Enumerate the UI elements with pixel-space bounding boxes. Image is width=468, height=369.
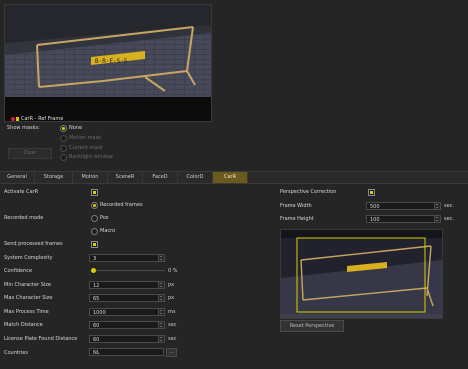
frame-height-label: Frame Height	[280, 216, 314, 222]
system-complexity-label: System Complexity	[4, 255, 53, 261]
spin-arrows-icon[interactable]	[158, 255, 164, 261]
activate-checkbox[interactable]	[91, 189, 98, 196]
max-char-value: 65	[93, 296, 100, 302]
tab-faced[interactable]: FaceD	[143, 172, 178, 183]
max-char-label: Max Character Size	[4, 295, 53, 301]
plate-distance-value: 60	[93, 337, 100, 343]
min-char-unit: px	[168, 282, 175, 288]
mask-backlight-radio[interactable]	[60, 154, 67, 161]
mask-current-label: Current mask	[69, 145, 103, 151]
spin-arrows-icon[interactable]	[158, 309, 164, 315]
min-char-value: 12	[93, 283, 100, 289]
mask-motion-label: Motion mask	[69, 135, 101, 141]
min-char-input[interactable]: 12	[89, 281, 165, 289]
spin-arrows-icon[interactable]	[158, 295, 164, 301]
recorded-mode-label: Recorded mode	[4, 215, 44, 221]
confidence-unit: %	[172, 268, 178, 274]
max-char-input[interactable]: 65	[89, 294, 165, 302]
camera-image: B·R·E·S·5	[5, 5, 211, 97]
plate-text: B·R·E·S·5	[95, 58, 128, 65]
spin-arrows-icon[interactable]	[434, 216, 440, 222]
mask-backlight-label: Backlight window	[69, 154, 113, 160]
match-distance-label: Match Distance	[4, 322, 43, 328]
macro-label: Macro	[100, 228, 116, 234]
frame-width-input[interactable]: 500	[366, 202, 441, 210]
frame-height-unit: sec.	[444, 216, 455, 222]
plate-distance-label: License Plate Found Distance	[4, 336, 78, 342]
preview-caption: CarR - Ref Frame	[11, 115, 64, 122]
min-char-label: Min Character Size	[4, 282, 51, 288]
frame-width-label: Frame Width	[280, 203, 312, 209]
perspective-correction-label: Perspective Correction	[280, 189, 337, 195]
tab-carr[interactable]: CarR	[213, 172, 248, 183]
match-distance-input[interactable]: 60	[89, 321, 165, 329]
hand-icon	[16, 116, 19, 121]
frame-height-value: 100	[370, 217, 380, 223]
countries-browse-button[interactable]: ...	[166, 348, 177, 357]
mask-motion-radio[interactable]	[60, 135, 67, 142]
spin-arrows-icon[interactable]	[158, 322, 164, 328]
system-complexity-value: 3	[93, 256, 97, 262]
max-process-unit: ms	[168, 309, 176, 315]
send-processed-checkbox[interactable]	[91, 241, 98, 248]
tab-motion[interactable]: Motion	[73, 172, 108, 183]
reference-frame-preview: B·R·E·S·5 CarR - Ref Frame	[4, 4, 212, 122]
spin-arrows-icon[interactable]	[158, 282, 164, 288]
activate-label: Activate CarR	[4, 189, 39, 195]
tab-colord[interactable]: ColorD	[178, 172, 213, 183]
countries-label: Countries	[4, 350, 28, 356]
perspective-correction-checkbox[interactable]	[368, 189, 375, 196]
recorded-frames-radio[interactable]	[91, 202, 98, 209]
max-process-value: 1000	[93, 310, 106, 316]
spin-arrows-icon[interactable]	[434, 203, 440, 209]
tab-bar: General Storage Motion SceneR FaceD Colo…	[0, 171, 468, 184]
mask-none-radio[interactable]	[60, 125, 67, 132]
caption-text: CarR - Ref Frame	[21, 116, 64, 122]
confidence-slider-track[interactable]	[93, 270, 165, 271]
confidence-label: Confidence	[4, 268, 33, 274]
pos-radio[interactable]	[91, 215, 98, 222]
perspective-preview[interactable]	[280, 229, 443, 319]
match-distance-unit: sec	[168, 322, 177, 328]
frame-width-unit: sec.	[444, 203, 455, 209]
perspective-image	[281, 230, 442, 318]
mask-none-label: None	[69, 125, 83, 131]
macro-radio[interactable]	[91, 228, 98, 235]
clear-button[interactable]: Clear	[8, 148, 52, 159]
recorded-frames-label: Recorded frames	[100, 202, 143, 208]
countries-input[interactable]: NL	[89, 348, 164, 356]
max-process-label: Max Process Time	[4, 309, 49, 315]
max-process-input[interactable]: 1000	[89, 308, 165, 316]
mask-current-radio[interactable]	[60, 145, 67, 152]
max-char-unit: px	[168, 295, 175, 301]
confidence-slider-knob[interactable]	[91, 268, 96, 273]
confidence-readout: 0 %	[168, 267, 178, 275]
record-icon	[11, 116, 15, 121]
spin-arrows-icon[interactable]	[158, 336, 164, 342]
tab-general[interactable]: General	[0, 172, 35, 183]
reset-perspective-button[interactable]: Reset Perspective	[280, 320, 344, 332]
frame-width-value: 500	[370, 204, 380, 210]
pos-label: Pos	[100, 215, 109, 221]
show-masks-label: Show masks:	[7, 125, 40, 131]
confidence-value: 0	[168, 268, 172, 274]
plate-distance-input[interactable]: 60	[89, 335, 165, 343]
match-distance-value: 60	[93, 323, 100, 329]
tab-storage[interactable]: Storage	[35, 172, 73, 183]
system-complexity-input[interactable]: 3	[89, 254, 165, 262]
tab-scener[interactable]: SceneR	[108, 172, 143, 183]
frame-height-input[interactable]: 100	[366, 215, 441, 223]
plate-distance-unit: sec	[168, 336, 177, 342]
send-processed-label: Send processed frames	[4, 241, 63, 247]
